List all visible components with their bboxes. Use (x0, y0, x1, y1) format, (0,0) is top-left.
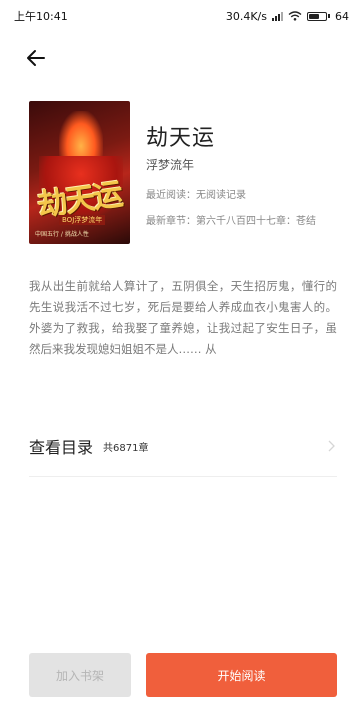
cover-author: BOJ浮梦流年 (59, 215, 106, 225)
book-cover: 劫天运 BOJ浮梦流年 中国五行 / 挑战人性 (29, 101, 130, 244)
arrow-left-icon[interactable] (24, 46, 48, 70)
book-author[interactable]: 浮梦流年 (146, 156, 194, 173)
chevron-right-icon (328, 440, 335, 452)
start-reading-button[interactable]: 开始阅读 (146, 653, 337, 697)
battery-percent: 64 (335, 9, 349, 23)
latest-chapter: 最新章节：第六千八百四十七章：苍结 (146, 216, 316, 227)
book-title: 劫天运 (146, 126, 216, 151)
add-to-shelf-button[interactable]: 加入书架 (29, 653, 131, 697)
catalog-label: 查看目录 (29, 438, 94, 457)
status-indicators: 30.4K/s 64 (226, 10, 349, 23)
book-description[interactable]: 我从出生前就给人算计了，五阴俱全，天生招厉鬼，懂行的先生说我活不过七岁，死后是要… (29, 276, 337, 376)
chapter-count: 共6871章 (103, 442, 149, 454)
status-time: 上午10:41 (14, 10, 68, 23)
battery-icon (307, 11, 330, 21)
wifi-icon (288, 11, 302, 21)
status-bar: 上午10:41 30.4K/s 64 (0, 0, 363, 32)
catalog-row[interactable]: 查看目录 共6871章 (29, 424, 337, 468)
divider (29, 476, 337, 477)
signal-icon (272, 11, 283, 21)
cover-tagline: 中国五行 / 挑战人性 (35, 231, 89, 238)
recent-read: 最近阅读：无阅读记录 (146, 190, 246, 201)
network-speed: 30.4K/s (225, 9, 267, 23)
